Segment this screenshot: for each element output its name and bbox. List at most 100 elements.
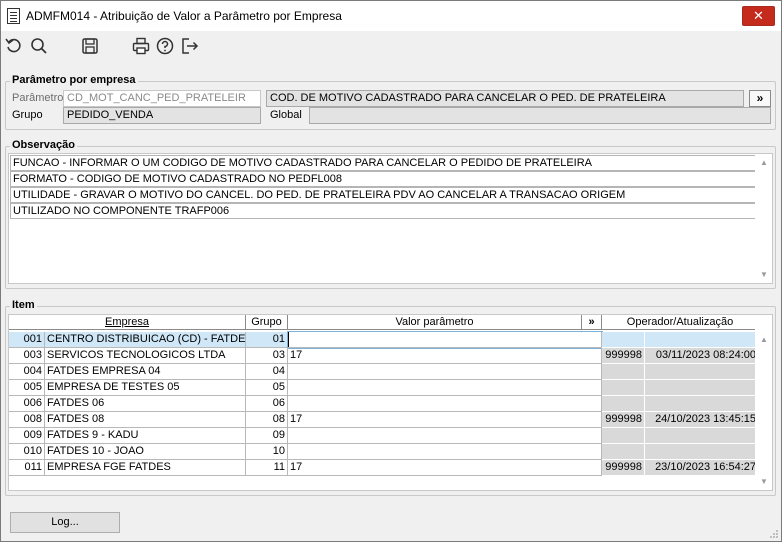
resize-grip-icon[interactable] xyxy=(769,529,779,539)
help-icon[interactable] xyxy=(155,36,175,56)
table-row[interactable]: 010 FATDES 10 - JOAO 10 xyxy=(9,444,759,460)
item-grid: Empresa Grupo Valor parâmetro » Operador… xyxy=(8,314,773,491)
table-row[interactable]: 001 CENTRO DISTRIBUICAO (CD) - FATDES 01 xyxy=(9,331,759,349)
cell-valor[interactable]: 17 xyxy=(288,460,602,476)
document-icon xyxy=(7,8,20,24)
cell-codigo: 010 xyxy=(9,444,45,460)
cell-atualizacao xyxy=(645,332,759,348)
cell-operador: 999998 xyxy=(602,348,645,364)
table-row[interactable]: 008 FATDES 08 08 17 999998 24/10/2023 13:45:1… xyxy=(9,412,759,428)
cell-operador xyxy=(602,428,645,444)
observacao-scrollbar[interactable]: ▲ ▼ xyxy=(755,154,772,283)
cell-empresa: FATDES 9 - KADU xyxy=(45,428,246,444)
scroll-up-icon[interactable]: ▲ xyxy=(760,336,768,344)
header-empresa-label: Empresa xyxy=(104,316,150,328)
cell-empresa: FATDES EMPRESA 04 xyxy=(45,364,246,380)
scroll-up-icon[interactable]: ▲ xyxy=(760,159,768,167)
cell-codigo: 009 xyxy=(9,428,45,444)
cell-operador: 999998 xyxy=(602,412,645,428)
cell-atualizacao xyxy=(645,444,759,460)
cell-valor[interactable] xyxy=(288,444,602,460)
cell-codigo: 001 xyxy=(9,332,45,348)
save-icon[interactable] xyxy=(80,36,100,56)
cell-valor[interactable] xyxy=(288,396,602,412)
cell-valor[interactable] xyxy=(288,428,602,444)
cell-operador xyxy=(602,380,645,396)
cell-valor[interactable]: 17 xyxy=(288,348,602,364)
observacao-line: FORMATO - CODIGO DE MOTIVO CADASTRADO NO… xyxy=(10,171,759,187)
cell-atualizacao: 23/10/2023 16:54:27 xyxy=(645,460,759,476)
cell-codigo: 004 xyxy=(9,364,45,380)
cell-valor[interactable] xyxy=(288,364,602,380)
header-grupo[interactable]: Grupo xyxy=(246,315,288,330)
cell-empresa: CENTRO DISTRIBUICAO (CD) - FATDES xyxy=(45,332,246,348)
observacao-line: UTILIDADE - GRAVAR O MOTIVO DO CANCEL. D… xyxy=(10,187,759,203)
cell-grupo: 11 xyxy=(246,460,288,476)
cell-atualizacao xyxy=(645,364,759,380)
cell-atualizacao: 03/11/2023 08:24:00 xyxy=(645,348,759,364)
grupo-field: PEDIDO_VENDA xyxy=(63,107,261,124)
grid-header: Empresa Grupo Valor parâmetro » Operador… xyxy=(9,315,759,330)
cell-empresa: FATDES 10 - JOAO xyxy=(45,444,246,460)
cell-grupo: 05 xyxy=(246,380,288,396)
cell-operador xyxy=(602,444,645,460)
cell-atualizacao xyxy=(645,428,759,444)
print-icon[interactable] xyxy=(131,36,151,56)
header-expand-button[interactable]: » xyxy=(582,315,602,330)
parametro-label: Parâmetro xyxy=(12,92,64,104)
cell-atualizacao: 24/10/2023 13:45:15 xyxy=(645,412,759,428)
cell-codigo: 003 xyxy=(9,348,45,364)
search-icon[interactable] xyxy=(29,36,49,56)
cell-codigo: 011 xyxy=(9,460,45,476)
cell-grupo: 06 xyxy=(246,396,288,412)
cell-valor[interactable] xyxy=(287,331,603,349)
cell-valor[interactable] xyxy=(288,380,602,396)
cell-valor[interactable]: 17 xyxy=(288,412,602,428)
header-valor[interactable]: Valor parâmetro xyxy=(288,315,582,330)
scroll-down-icon[interactable]: ▼ xyxy=(760,478,768,486)
parametro-field[interactable]: CD_MOT_CANC_PED_PRATELEIR xyxy=(63,90,261,107)
observacao-line: UTILIZADO NO COMPONENTE TRAFP006 xyxy=(10,203,759,219)
undo-icon[interactable] xyxy=(4,36,24,56)
cell-operador xyxy=(602,364,645,380)
title-bar[interactable]: ADMFM014 - Atribuição de Valor a Parâmet… xyxy=(1,1,781,31)
exit-icon[interactable] xyxy=(180,36,200,56)
cell-empresa: EMPRESA DE TESTES 05 xyxy=(45,380,246,396)
observacao-textarea[interactable]: FUNCAO - INFORMAR O UM CODIGO DE MOTIVO … xyxy=(8,153,773,284)
table-row[interactable]: 005 EMPRESA DE TESTES 05 05 xyxy=(9,380,759,396)
scroll-down-icon[interactable]: ▼ xyxy=(760,271,768,279)
close-button[interactable]: ✕ xyxy=(742,6,775,26)
log-button[interactable]: Log... xyxy=(10,512,120,533)
item-scrollbar[interactable]: ▲ ▼ xyxy=(755,315,772,490)
cell-grupo: 01 xyxy=(246,332,288,348)
cell-grupo: 03 xyxy=(246,348,288,364)
cell-empresa: EMPRESA FGE FATDES xyxy=(45,460,246,476)
window-title: ADMFM014 - Atribuição de Valor a Parâmet… xyxy=(26,9,342,23)
app-window: ADMFM014 - Atribuição de Valor a Parâmet… xyxy=(0,0,782,542)
cell-codigo: 006 xyxy=(9,396,45,412)
observacao-legend: Observação xyxy=(10,139,77,151)
cell-operador xyxy=(602,396,645,412)
header-empresa[interactable]: Empresa xyxy=(9,315,246,330)
table-row[interactable]: 006 FATDES 06 06 xyxy=(9,396,759,412)
parametro-description-field: COD. DE MOTIVO CADASTRADO PARA CANCELAR … xyxy=(266,90,744,107)
cell-grupo: 04 xyxy=(246,364,288,380)
table-row[interactable]: 003 SERVICOS TECNOLOGICOS LTDA 03 17 999998 0… xyxy=(9,348,759,364)
grupo-label: Grupo xyxy=(12,109,43,121)
table-row[interactable]: 004 FATDES EMPRESA 04 04 xyxy=(9,364,759,380)
observacao-line: FUNCAO - INFORMAR O UM CODIGO DE MOTIVO … xyxy=(10,155,759,171)
cell-atualizacao xyxy=(645,380,759,396)
parametro-legend: Parâmetro por empresa xyxy=(10,74,138,86)
global-field xyxy=(309,107,771,124)
toolbar xyxy=(1,31,781,61)
cell-atualizacao xyxy=(645,396,759,412)
parametro-expand-button[interactable]: » xyxy=(749,90,771,107)
header-operador[interactable]: Operador/Atualização xyxy=(602,315,759,330)
cell-codigo: 005 xyxy=(9,380,45,396)
global-label: Global xyxy=(270,109,302,121)
table-row[interactable]: 009 FATDES 9 - KADU 09 xyxy=(9,428,759,444)
cell-empresa: FATDES 08 xyxy=(45,412,246,428)
item-legend: Item xyxy=(10,299,37,311)
table-row[interactable]: 011 EMPRESA FGE FATDES 11 17 999998 23/10/202… xyxy=(9,460,759,476)
cell-grupo: 10 xyxy=(246,444,288,460)
